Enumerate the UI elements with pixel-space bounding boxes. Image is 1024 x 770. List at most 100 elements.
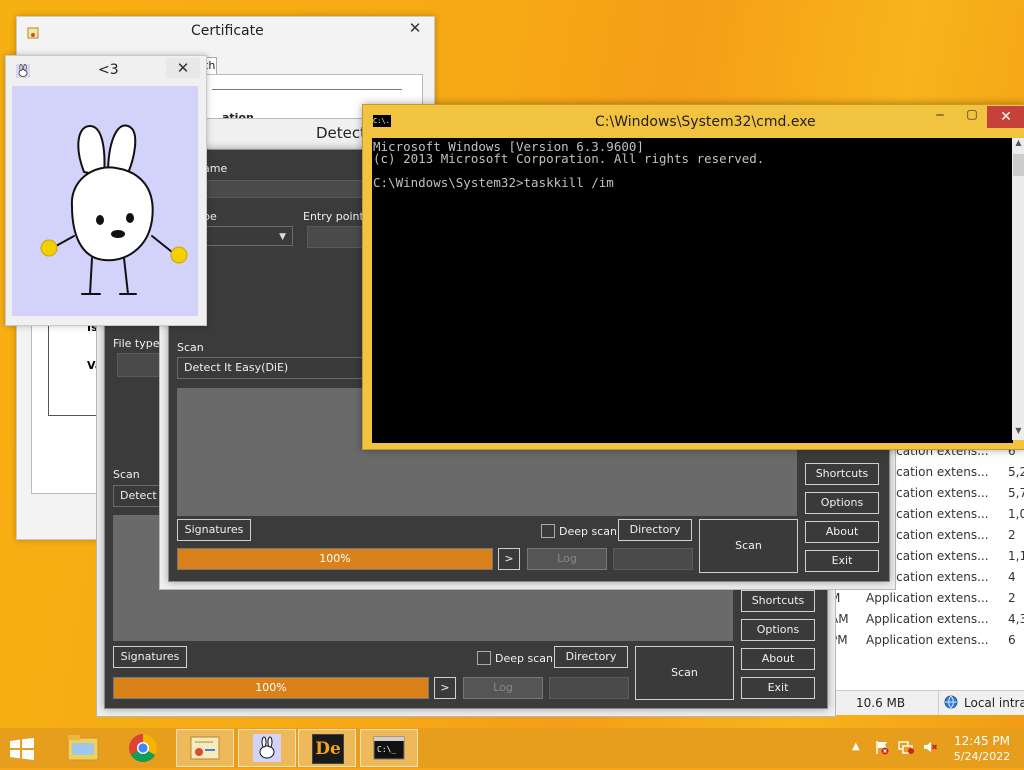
die-front-type-select[interactable]: ▼ — [203, 226, 293, 246]
die-front-progress-bar: 100% — [177, 548, 493, 570]
row-description: Application extens... — [866, 612, 989, 626]
die-icon: De — [312, 734, 344, 764]
die-front-exit-button[interactable]: Exit — [805, 550, 879, 572]
status-zone: Local intrar — [964, 696, 1024, 710]
die-front-filename-field[interactable] — [203, 180, 365, 198]
chevron-down-icon: ▼ — [279, 232, 286, 242]
die-front-status-field — [613, 548, 693, 570]
table-row[interactable]: MApplication extens...2 — [830, 587, 1024, 608]
die-back-file-type-label: File type — [113, 337, 160, 350]
taskbar-certificate[interactable] — [176, 729, 234, 767]
die-front-signatures-button[interactable]: Signatures — [177, 519, 251, 541]
die-back-deep-scan-checkbox[interactable] — [477, 651, 491, 665]
die-back-expand-button[interactable]: > — [434, 677, 456, 699]
die-back-deep-scan-label: Deep scan — [495, 652, 553, 665]
die-front-deep-scan-label: Deep scan — [559, 525, 617, 538]
die-back-status-field — [549, 677, 629, 699]
row-value: 4,3 — [1008, 612, 1024, 626]
die-front-expand-button[interactable]: > — [498, 548, 520, 570]
die-front-options-button[interactable]: Options — [805, 492, 879, 514]
taskbar-die[interactable]: De — [298, 729, 356, 767]
scroll-up-icon[interactable]: ▲ — [1012, 138, 1024, 152]
taskbar: De C:\_ ▲ 12:45 PM 5/24/2022 — [0, 728, 1024, 768]
taskbar-bunny[interactable] — [238, 729, 296, 767]
bunny-window-title: <3 — [98, 62, 119, 78]
die-back-scan-label: Scan — [113, 468, 140, 481]
certificate-title: Certificate — [191, 23, 264, 39]
die-back-directory-button[interactable]: Directory — [554, 646, 628, 668]
die-front-directory-button[interactable]: Directory — [618, 519, 692, 541]
die-front-entry-point-field[interactable] — [307, 226, 369, 248]
die-front-scan-label: Scan — [177, 341, 204, 354]
die-back-options-button[interactable]: Options — [741, 619, 815, 641]
die-front-scan-button[interactable]: Scan — [699, 519, 798, 573]
die-front-deep-scan-checkbox[interactable] — [541, 524, 555, 538]
bunny-window: <3 ✕ — [5, 55, 207, 326]
die-back-about-button[interactable]: About — [741, 648, 815, 670]
cmd-scrollbar-thumb[interactable] — [1013, 154, 1024, 176]
die-back-progress-text: 100% — [255, 681, 287, 694]
svg-text:C:\_: C:\_ — [377, 745, 396, 754]
cmd-maximize-button[interactable]: ▢ — [959, 107, 985, 127]
die-front-title: Detect — [316, 124, 367, 142]
cmd-scrollbar[interactable]: ▲ ▼ — [1012, 138, 1024, 440]
cmd-window: C:\. C:\Windows\System32\cmd.exe ‒ ▢ ✕ M… — [362, 104, 1024, 450]
row-value: 6 — [1008, 633, 1016, 647]
certificate-icon — [190, 736, 220, 760]
row-value: 1,1 — [1008, 549, 1024, 563]
row-value: 4 — [1008, 570, 1016, 584]
die-front-scan-engine-select[interactable]: Detect It Easy(DiE) — [177, 357, 367, 379]
cmd-icon: C:\_ — [373, 736, 405, 760]
row-description: Application extens... — [866, 591, 989, 605]
row-value: 2 — [1008, 591, 1016, 605]
die-front-progress-text: 100% — [319, 552, 351, 565]
cmd-app-icon: C:\. — [373, 115, 391, 127]
network-icon[interactable] — [898, 739, 914, 755]
status-size: 10.6 MB — [856, 696, 906, 710]
row-value: 5,2 — [1008, 465, 1024, 479]
folder-icon — [67, 735, 99, 761]
die-front-entry-point-label: Entry point — [303, 210, 364, 223]
die-back-signatures-button[interactable]: Signatures — [113, 646, 187, 668]
die-front-shortcuts-button[interactable]: Shortcuts — [805, 463, 879, 485]
clock-date[interactable]: 5/24/2022 — [948, 750, 1016, 763]
windows-logo-icon — [10, 738, 34, 760]
die-back-progress-bar: 100% — [113, 677, 429, 699]
cmd-close-button[interactable]: ✕ — [987, 106, 1024, 128]
action-center-flag-icon[interactable] — [874, 739, 890, 755]
cmd-minimize-button[interactable]: ‒ — [927, 107, 953, 127]
bunny-image — [12, 86, 198, 316]
die-back-scan-button[interactable]: Scan — [635, 646, 734, 700]
taskbar-cmd[interactable]: C:\_ — [360, 729, 418, 767]
cmd-console[interactable]: Microsoft Windows [Version 6.3.9600] (c) … — [372, 138, 1013, 443]
console-line: (c) 2013 Microsoft Corporation. All righ… — [373, 151, 765, 166]
chrome-icon — [129, 734, 157, 762]
bunny-icon — [253, 734, 281, 762]
table-row[interactable]: PM Application extens... 6 — [830, 629, 1024, 650]
volume-muted-icon[interactable] — [922, 739, 938, 755]
taskbar-file-explorer[interactable] — [54, 729, 112, 767]
row-value: 2 — [1008, 528, 1016, 542]
row-value: 1,0 — [1008, 507, 1024, 521]
taskbar-chrome[interactable] — [114, 729, 172, 767]
globe-icon — [944, 695, 958, 709]
console-line: C:\Windows\System32>taskkill /im — [373, 175, 614, 190]
scroll-down-icon[interactable]: ▼ — [1012, 426, 1024, 440]
die-back-exit-button[interactable]: Exit — [741, 677, 815, 699]
cmd-window-title: C:\Windows\System32\cmd.exe — [595, 114, 816, 130]
tray-expand-icon[interactable]: ▲ — [852, 741, 860, 752]
die-back-log-button[interactable]: Log — [463, 677, 543, 699]
die-front-log-button[interactable]: Log — [527, 548, 607, 570]
clock-time[interactable]: 12:45 PM — [948, 734, 1016, 748]
bunny-window-close-button[interactable]: ✕ — [166, 58, 200, 78]
row-description: Application extens... — [866, 633, 989, 647]
bunny-drawing — [40, 124, 188, 295]
certificate-close-button[interactable]: ✕ — [398, 18, 432, 38]
table-row[interactable]: AM Application extens... 4,3 — [830, 608, 1024, 629]
bunny-app-icon — [16, 64, 30, 78]
certificate-icon — [27, 27, 39, 39]
row-value: 5,7 — [1008, 486, 1024, 500]
die-back-shortcuts-button[interactable]: Shortcuts — [741, 590, 815, 612]
start-button[interactable] — [8, 738, 38, 760]
die-front-about-button[interactable]: About — [805, 521, 879, 543]
